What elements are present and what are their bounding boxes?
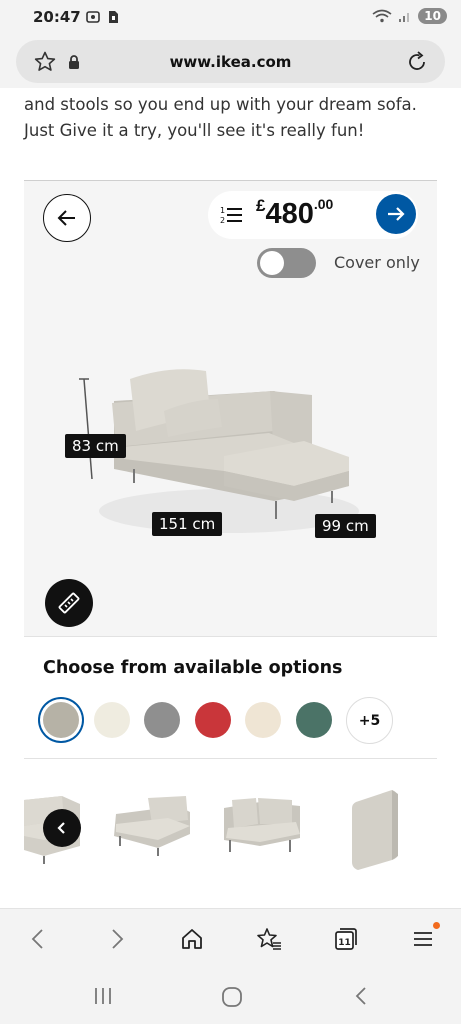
home-nav-icon[interactable] [221,986,243,1008]
home-button[interactable] [178,925,206,953]
tabs-button[interactable]: 11 [332,925,360,953]
swatch-red[interactable] [194,702,231,738]
back-button[interactable] [43,194,91,242]
module-backrest-cover[interactable] [344,786,400,872]
price: £480.00 [256,196,333,231]
height-label: 83 cm [65,434,126,458]
swatch-cream[interactable] [245,702,281,738]
swatch-off-white[interactable] [93,702,130,738]
divider [24,758,437,759]
browser-bottom-bar: 11 [0,908,461,968]
url-text[interactable]: www.ikea.com [16,53,445,71]
wifi-icon [372,9,392,23]
svg-text:2: 2 [220,216,225,225]
address-bar[interactable]: www.ikea.com [16,40,445,83]
status-bar: 20:47 10 [0,0,461,36]
swatch-beige-grey[interactable] [43,702,79,738]
divider [24,636,437,637]
tab-count: 11 [338,938,351,948]
recent-apps-icon[interactable] [93,986,113,1006]
price-decimal: .00 [313,196,334,212]
bookmarks-star-icon [257,928,281,950]
chevron-left-icon [31,929,43,949]
reload-icon[interactable] [405,50,429,74]
carousel-prev-button[interactable] [43,809,81,847]
price-pill: 12 £480.00 [208,191,418,239]
chevron-right-icon [112,929,124,949]
hamburger-menu-icon [414,932,432,946]
cover-only-toggle[interactable] [257,248,316,278]
options-title: Choose from available options [43,658,343,678]
width-label: 151 cm [152,512,223,536]
measurements-button[interactable] [45,579,93,627]
battery-badge: 10 [418,8,447,24]
sofa-configurator: 12 £480.00 Cover only 83 cm 151 cm 99 cm [24,180,437,636]
notification-dot [433,922,440,929]
back-nav-icon[interactable] [352,986,372,1006]
price-whole: 480 [265,198,314,230]
clock: 20:47 [33,8,81,26]
signal-icon [399,13,410,22]
arrow-left-icon [57,210,75,226]
ruler-icon [58,592,80,614]
depth-label: 99 cm [315,514,376,538]
screenshot-icon [86,11,100,23]
system-navigation-bar [0,968,461,1024]
browser-back-button[interactable] [24,925,52,953]
numbered-list-icon[interactable]: 12 [220,205,244,225]
more-colors-button[interactable]: +5 [346,697,393,744]
bookmarks-button[interactable] [255,925,283,953]
sim-card-icon [109,11,118,23]
browser-toolbar: www.ikea.com [0,36,461,88]
swatch-grey[interactable] [144,702,180,738]
browser-forward-button[interactable] [103,925,131,953]
module-chaise-longue[interactable] [108,794,194,860]
intro-paragraph: and stools so you end up with your dream… [24,95,417,140]
menu-button[interactable] [409,922,440,953]
chevron-left-icon [57,822,65,834]
tabs-icon: 11 [335,928,357,950]
cover-only-label: Cover only [334,253,420,272]
swatch-green[interactable] [295,702,332,738]
continue-button[interactable] [376,194,416,234]
module-armchair-section[interactable] [220,794,304,860]
home-icon [182,929,202,949]
arrow-right-icon [388,207,405,221]
toggle-knob [260,251,284,275]
svg-text:1: 1 [220,206,225,215]
